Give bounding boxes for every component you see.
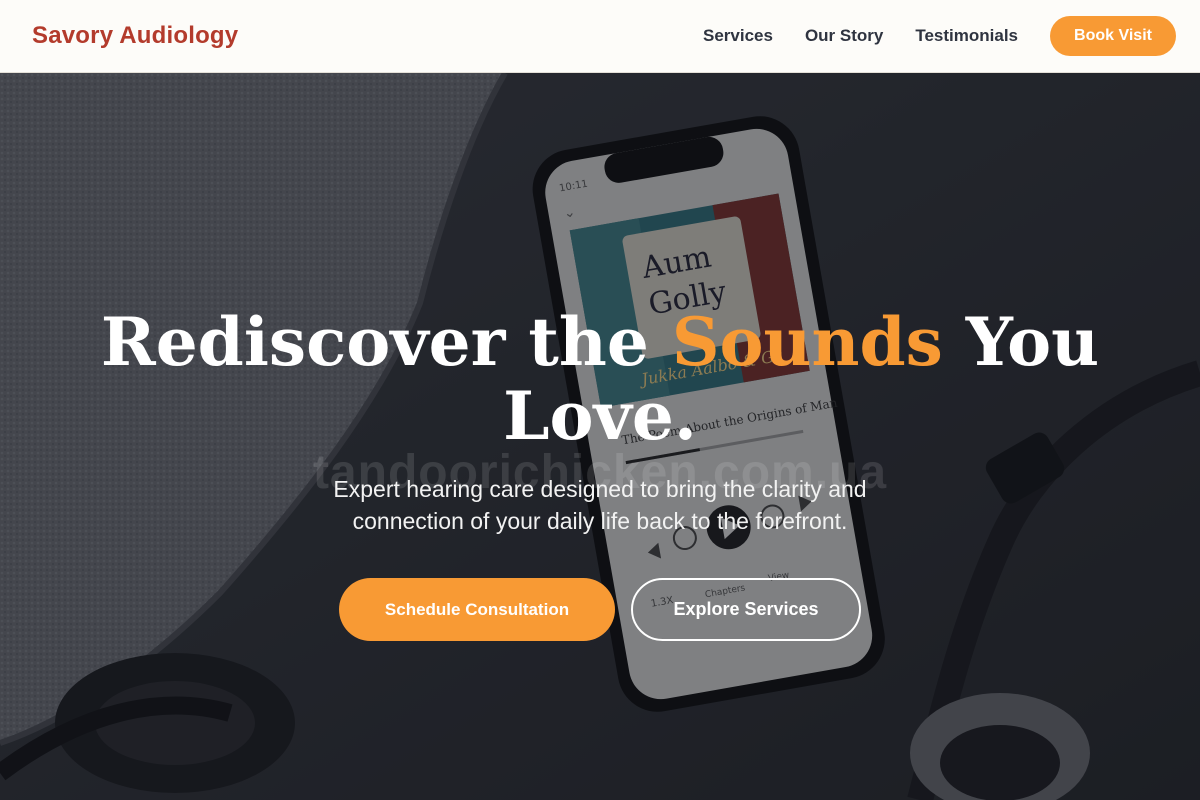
brand-logo[interactable]: Savory Audiology <box>32 22 238 50</box>
nav-link-our-story[interactable]: Our Story <box>805 26 883 46</box>
nav-link-testimonials[interactable]: Testimonials <box>915 26 1018 46</box>
headline-accent-word: Sounds <box>671 303 943 381</box>
main-nav: Services Our Story Testimonials Book Vis… <box>703 16 1176 56</box>
book-visit-button[interactable]: Book Visit <box>1050 16 1176 56</box>
schedule-consultation-button[interactable]: Schedule Consultation <box>339 578 615 641</box>
hero-subtext: Expert hearing care designed to bring th… <box>333 476 867 534</box>
explore-services-button[interactable]: Explore Services <box>631 578 861 641</box>
site-header: Savory Audiology Services Our Story Test… <box>0 0 1200 73</box>
nav-link-services[interactable]: Services <box>703 26 773 46</box>
hero-section: 10:11 ⌄ Aum Golly Jukka Aalbo & Gr The P… <box>0 73 1200 800</box>
hero-headline: Rediscover the Sounds You Love. <box>0 305 1200 453</box>
headline-text-start: Rediscover the <box>100 303 672 381</box>
